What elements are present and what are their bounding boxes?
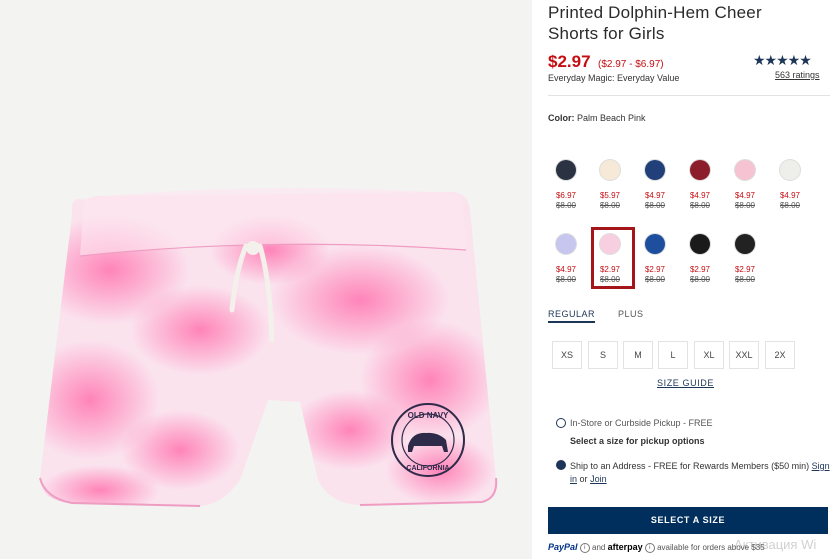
pickup-radio[interactable]	[556, 418, 566, 428]
ratings-link[interactable]: 563 ratings	[775, 70, 820, 80]
product-info-panel: Printed Dolphin-Hem Cheer Shorts for Gir…	[548, 0, 838, 559]
color-swatch[interactable]: $4.97 $8.00	[726, 160, 762, 216]
lavender-swatch	[556, 234, 576, 254]
payments-and-text: and	[592, 543, 606, 552]
navy-star-swatch	[645, 160, 665, 180]
color-swatch[interactable]: $4.97 $8.00	[547, 234, 583, 290]
size-xs-button[interactable]: XS	[552, 341, 582, 369]
swatch-price: $2.97	[689, 265, 711, 274]
price-range: ($2.97 - $6.97)	[598, 59, 664, 70]
color-swatch[interactable]: $2.97 $8.00	[636, 234, 672, 290]
black-dot-swatch	[690, 234, 710, 254]
swatch-price: $5.97	[599, 191, 621, 200]
ship-or-text: or	[579, 474, 588, 484]
pink-solid-swatch	[735, 160, 755, 180]
paypal-logo: PayPal	[548, 542, 578, 552]
color-swatch[interactable]: $2.97 $8.00	[726, 234, 762, 290]
swatch-price: $2.97	[644, 265, 666, 274]
logo-text-bottom: CALIFORNIA	[406, 465, 449, 472]
color-label-key: Color:	[548, 113, 575, 123]
ship-radio[interactable]	[556, 460, 566, 470]
swatch-original-price: $8.00	[644, 201, 666, 210]
size-guide-link[interactable]: SIZE GUIDE	[657, 378, 714, 388]
swatch-price: $4.97	[689, 191, 711, 200]
pickup-option-label[interactable]: In-Store or Curbside Pickup - FREE	[570, 418, 713, 428]
multi-stripe-swatch	[600, 160, 620, 180]
shorts-illustration: OLD NAVY CALIFORNIA	[39, 187, 498, 507]
info-icon[interactable]: i	[644, 542, 655, 553]
divider	[548, 95, 830, 96]
swatch-original-price: $8.00	[734, 201, 756, 210]
selected-swatch-highlight	[591, 227, 635, 289]
swatch-price: $2.97	[734, 265, 756, 274]
navy-stripe-swatch	[556, 160, 576, 180]
color-label-value: Palm Beach Pink	[577, 113, 646, 123]
size-m-button[interactable]: M	[623, 341, 653, 369]
swatch-original-price: $8.00	[555, 201, 577, 210]
swatch-price: $4.97	[734, 191, 756, 200]
swatch-original-price: $8.00	[689, 201, 711, 210]
os-activation-watermark: Активация Wi	[734, 537, 817, 552]
swatch-original-price: $8.00	[555, 275, 577, 284]
join-link[interactable]: Join	[590, 474, 607, 484]
swatch-original-price: $8.00	[644, 275, 666, 284]
swatch-original-price: $8.00	[734, 275, 756, 284]
swatch-original-price: $8.00	[779, 201, 801, 210]
ship-option-text: Ship to an Address - FREE for Rewards Me…	[570, 461, 810, 471]
select-size-button[interactable]: SELECT A SIZE	[548, 507, 828, 534]
color-swatch[interactable]: $2.97 $8.00	[681, 234, 717, 290]
swatch-price: $6.97	[555, 191, 577, 200]
pickup-hint: Select a size for pickup options	[570, 436, 705, 446]
color-swatch[interactable]: $4.97 $8.00	[771, 160, 807, 216]
swatch-price: $4.97	[555, 265, 577, 274]
size-xl-button[interactable]: XL	[694, 341, 724, 369]
product-title: Printed Dolphin-Hem Cheer Shorts for Gir…	[548, 2, 808, 44]
rating-stars: ★★★★★	[753, 52, 812, 68]
color-swatch[interactable]: $4.97 $8.00	[681, 160, 717, 216]
ship-option-label[interactable]: Ship to an Address - FREE for Rewards Me…	[570, 460, 832, 486]
product-image[interactable]: OLD NAVY CALIFORNIA	[0, 0, 532, 559]
price-row: $2.97 ($2.97 - $6.97)	[548, 52, 664, 72]
tab-regular[interactable]: REGULAR	[548, 309, 596, 323]
black-print-swatch	[735, 234, 755, 254]
red-print-swatch	[690, 160, 710, 180]
color-swatch[interactable]: $6.97 $8.00	[547, 160, 583, 216]
swatch-original-price: $8.00	[599, 201, 621, 210]
color-swatch[interactable]: $4.97 $8.00	[636, 160, 672, 216]
size-2x-button[interactable]: 2X	[765, 341, 795, 369]
size-s-button[interactable]: S	[588, 341, 618, 369]
sale-price: $2.97	[548, 52, 591, 71]
swatch-original-price: $8.00	[689, 275, 711, 284]
product-title-line2: Shorts for Girls	[548, 24, 665, 43]
tab-plus[interactable]: PLUS	[618, 309, 644, 319]
payment-options: PayPal i and afterpay i available for or…	[548, 542, 765, 553]
afterpay-logo: afterpay	[607, 542, 643, 552]
logo-text-top: OLD NAVY	[408, 411, 449, 420]
size-l-button[interactable]: L	[658, 341, 688, 369]
price-tagline: Everyday Magic: Everyday Value	[548, 73, 680, 83]
info-icon[interactable]: i	[579, 542, 590, 553]
swatch-price: $4.97	[779, 191, 801, 200]
color-label: Color: Palm Beach Pink	[548, 113, 646, 123]
product-title-line1: Printed Dolphin-Hem Cheer	[548, 3, 762, 22]
color-swatch[interactable]: $5.97 $8.00	[591, 160, 627, 216]
white-print-swatch	[780, 160, 800, 180]
size-xxl-button[interactable]: XXL	[729, 341, 759, 369]
swatch-price: $4.97	[644, 191, 666, 200]
blue-star-swatch	[645, 234, 665, 254]
